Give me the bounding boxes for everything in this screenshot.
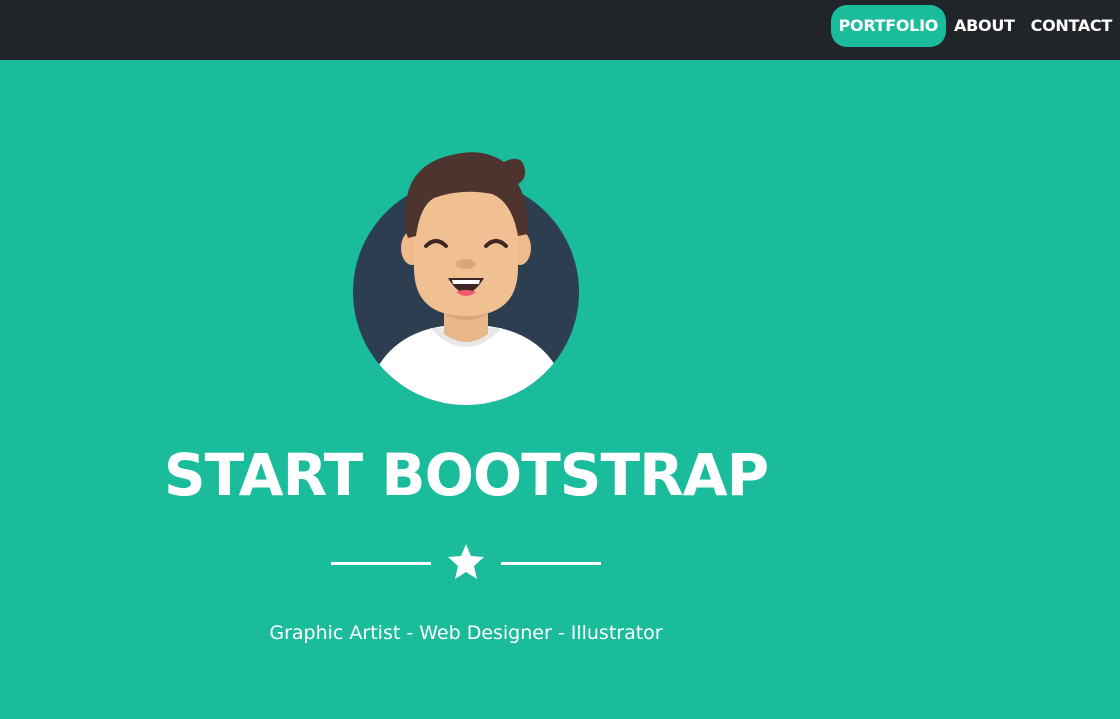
nav-link-about[interactable]: ABOUT: [946, 5, 1023, 47]
masthead-subtitle: Graphic Artist - Web Designer - Illustra…: [269, 622, 663, 644]
nav-link-contact[interactable]: CONTACT: [1023, 5, 1120, 47]
divider-line-right: [501, 562, 601, 565]
nav-links: PORTFOLIO ABOUT CONTACT: [830, 0, 1120, 52]
masthead-title: START BOOTSTRAP: [163, 441, 769, 509]
avatar-illustration-icon: [353, 152, 579, 405]
nav-link-portfolio[interactable]: PORTFOLIO: [830, 5, 947, 47]
masthead: START BOOTSTRAP Graphic Artist - Web Des…: [0, 60, 1120, 719]
divider: [331, 540, 601, 584]
star-icon: [448, 544, 484, 579]
navbar: PORTFOLIO ABOUT CONTACT: [0, 0, 1120, 60]
divider-line-left: [331, 562, 431, 565]
